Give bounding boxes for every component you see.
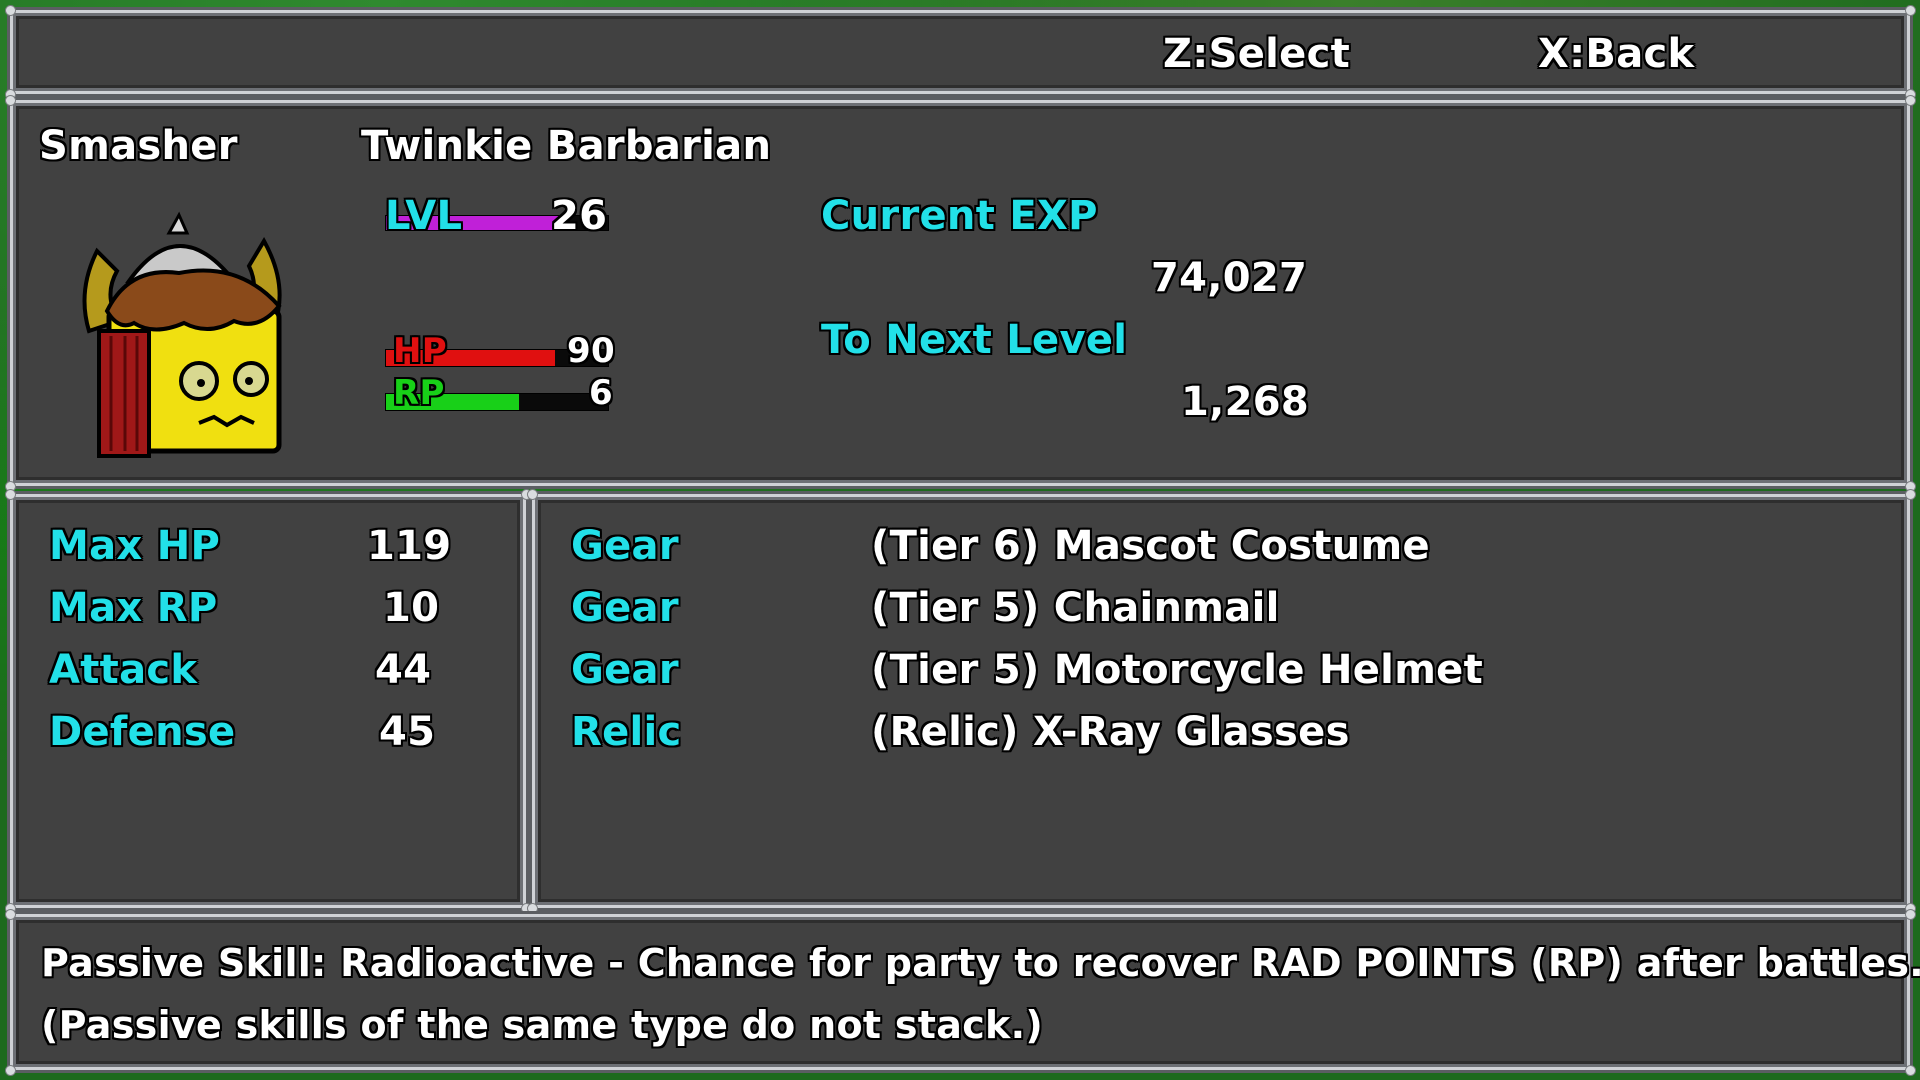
rivet (1905, 95, 1916, 106)
rp-label: RP (393, 373, 445, 413)
skill-panel: Passive Skill: Radioactive - Chance for … (5, 909, 1920, 1076)
rivet (1905, 909, 1916, 920)
to-next-level-label: To Next Level (821, 317, 1128, 363)
rivet (1905, 5, 1916, 16)
character-class: Twinkie Barbarian (361, 123, 772, 169)
character-panel: Smasher Twinkie Barbarian LVL 26 HP 90 R… (5, 95, 1916, 492)
rivet (5, 95, 16, 106)
equipment-panel: Gear (Tier 6) Mascot Costume Gear (Tier … (527, 489, 1916, 914)
stat-value: 119 (367, 523, 452, 569)
stat-value: 10 (383, 585, 440, 631)
stats-panel: Max HP 119 Max RP 10 Attack 44 Defense 4… (5, 489, 532, 914)
equipment-item: (Tier 6) Mascot Costume (871, 523, 1430, 569)
equipment-item: (Tier 5) Motorcycle Helmet (871, 647, 1484, 693)
rivet (5, 909, 16, 920)
rivet (1905, 1065, 1916, 1076)
rivet (5, 5, 16, 16)
hp-value: 90 (567, 331, 615, 371)
rivet (5, 489, 16, 500)
character-name: Smasher (39, 123, 238, 169)
level-label: LVL (385, 193, 463, 239)
equipment-slot: Gear (571, 585, 679, 631)
equipment-slot: Gear (571, 523, 679, 569)
rivet (1905, 489, 1916, 500)
stat-label: Defense (49, 709, 236, 755)
rp-value: 6 (589, 373, 613, 413)
select-hint: Z:Select (1163, 31, 1351, 77)
equipment-item: (Tier 5) Chainmail (871, 585, 1280, 631)
equipment-item: (Relic) X-Ray Glasses (871, 709, 1350, 755)
twinkie-barbarian-portrait-icon (82, 211, 282, 458)
current-exp-label: Current EXP (821, 193, 1098, 239)
back-hint: X:Back (1538, 31, 1695, 77)
rivet (5, 1065, 16, 1076)
header-panel: Z:Select X:Back (5, 5, 1916, 100)
stat-label: Attack (49, 647, 198, 693)
stat-value: 45 (379, 709, 436, 755)
to-next-level-value: 1,268 (1181, 379, 1310, 425)
equipment-slot: Relic (571, 709, 682, 755)
current-exp-value: 74,027 (1151, 255, 1308, 301)
skill-description-line1: Passive Skill: Radioactive - Chance for … (41, 941, 1920, 985)
rivet (527, 489, 538, 500)
stat-label: Max RP (49, 585, 218, 631)
equipment-slot: Gear (571, 647, 679, 693)
skill-description-line2: (Passive skills of the same type do not … (41, 1003, 1043, 1047)
stat-value: 44 (375, 647, 432, 693)
rivet (527, 903, 538, 914)
hp-label: HP (393, 331, 447, 371)
stat-label: Max HP (49, 523, 221, 569)
level-value: 26 (551, 193, 608, 239)
